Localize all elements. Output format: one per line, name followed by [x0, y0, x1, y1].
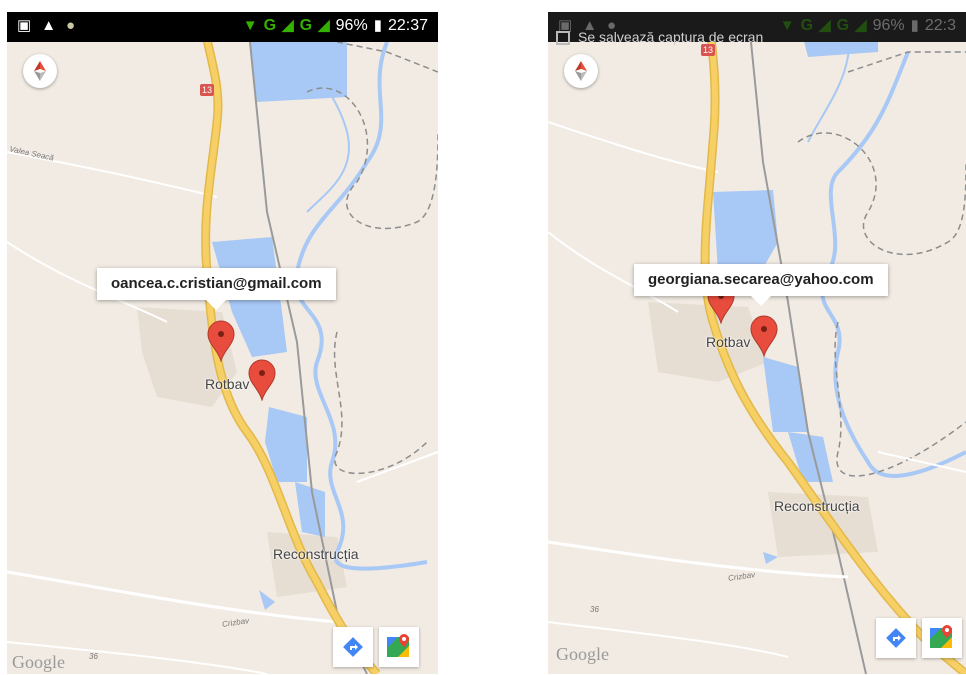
google-logo: Google — [556, 644, 609, 664]
road-label: 36 — [590, 605, 599, 614]
battery-icon: ▮ — [373, 17, 382, 34]
network-type-2: G — [299, 17, 313, 34]
clock: 22:37 — [387, 17, 428, 34]
compass-button[interactable] — [23, 54, 57, 88]
warning-icon: ▲ — [41, 17, 57, 34]
place-label[interactable]: Reconstrucția — [273, 546, 359, 562]
compass-button[interactable] — [564, 54, 598, 88]
left-phone-screen: ▣ ▲ ● ▼ G ◢ G ◢ 96% ▮ 22:37 13 Valea Sea… — [7, 12, 438, 674]
directions-button[interactable] — [333, 627, 373, 667]
shield-icon: ● — [66, 17, 76, 34]
place-label[interactable]: Rotbav — [205, 376, 249, 392]
place-label[interactable]: Rotbav — [706, 334, 750, 350]
map-marker[interactable] — [749, 315, 779, 357]
google-maps-icon — [930, 625, 952, 648]
map-marker[interactable] — [247, 359, 277, 401]
road-label: 36 — [89, 652, 98, 661]
road-shield-13: 13 — [701, 44, 715, 56]
screenshot-saving-notification: Se salvează captura de ecran — [548, 28, 966, 48]
map-marker[interactable] — [206, 320, 236, 362]
directions-icon — [343, 637, 363, 657]
status-bar: ▣ ▲ ● ▼ G ◢ G ◢ 96% ▮ 22:37 — [7, 12, 438, 42]
network-type-1: G — [263, 17, 277, 34]
wifi-icon: ▼ — [242, 17, 258, 34]
right-phone-screen: ▣ ▲ ● ▼ G ◢ G ◢ 96% ▮ 22:3 Se salvează c… — [548, 12, 966, 674]
info-window-email: georgiana.secarea@yahoo.com — [648, 271, 874, 288]
signal-icon: ◢ — [282, 17, 294, 34]
open-in-maps-button[interactable] — [922, 618, 962, 658]
google-logo: Google — [12, 652, 65, 672]
marker-info-window[interactable]: oancea.c.cristian@gmail.com — [97, 268, 336, 310]
status-bar: ▣ ▲ ● ▼ G ◢ G ◢ 96% ▮ 22:3 Se salvează c… — [548, 12, 966, 45]
screenshot-notification-icon: ▣ — [17, 17, 32, 34]
compass-icon — [575, 61, 587, 81]
directions-icon — [886, 628, 906, 648]
info-window-email: oancea.c.cristian@gmail.com — [111, 275, 322, 292]
google-maps-icon — [387, 634, 409, 657]
road-shield-13: 13 — [200, 84, 214, 96]
place-label[interactable]: Reconstrucția — [774, 498, 860, 514]
screenshot-icon — [556, 31, 570, 45]
notification-text: Se salvează captura de ecran — [578, 29, 764, 45]
battery-percent: 96% — [335, 17, 368, 34]
directions-button[interactable] — [876, 618, 916, 658]
compass-icon — [34, 61, 46, 81]
signal-icon: ◢ — [318, 17, 330, 34]
open-in-maps-button[interactable] — [379, 627, 419, 667]
marker-info-window[interactable]: georgiana.secarea@yahoo.com — [634, 264, 888, 306]
